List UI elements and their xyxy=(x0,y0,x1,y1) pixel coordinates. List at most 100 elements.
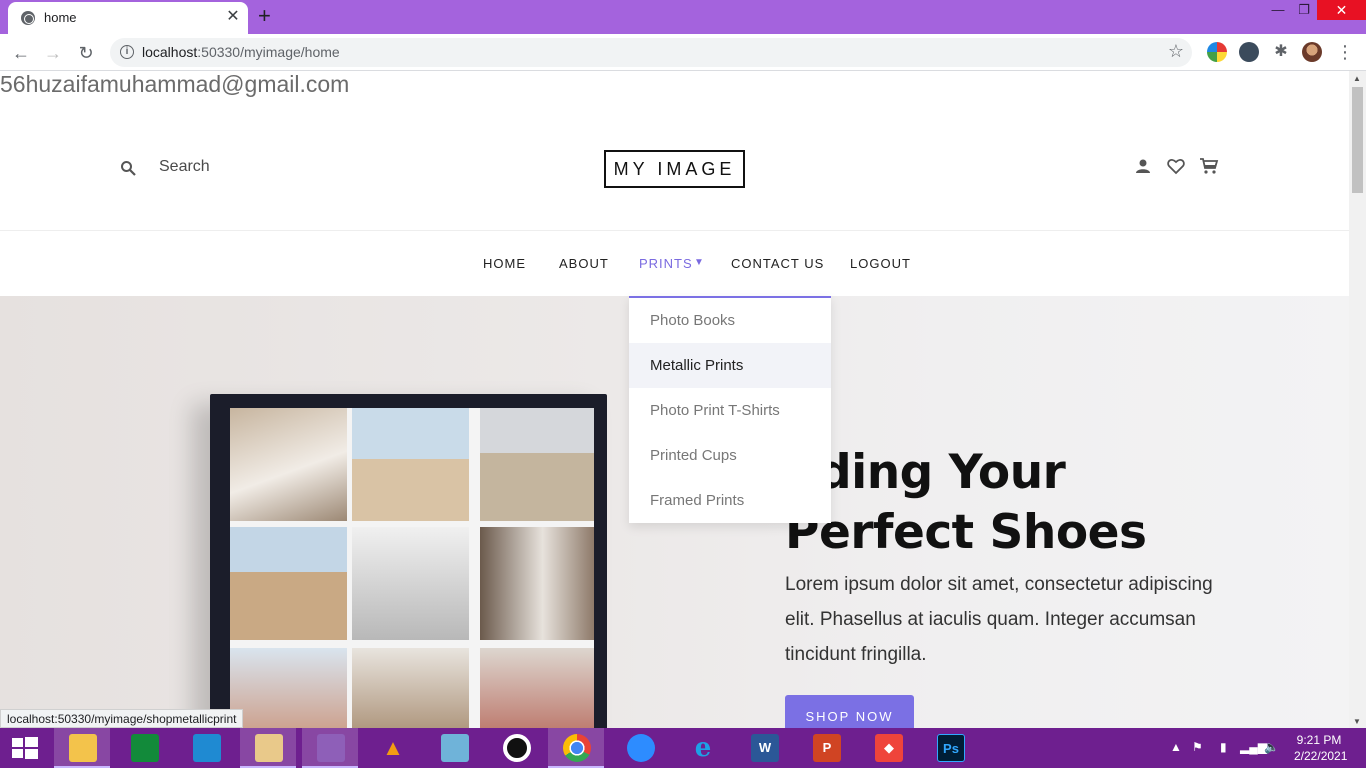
hero-title-line-2: Perfect Shoes xyxy=(785,505,1147,560)
chevron-down-icon: ▼ xyxy=(694,257,704,268)
url-host: localhost xyxy=(142,44,198,60)
heart-icon[interactable] xyxy=(1166,156,1186,176)
minimize-button[interactable]: — xyxy=(1264,0,1292,22)
nav-logout[interactable]: LOGOUT xyxy=(850,256,911,271)
nav-about[interactable]: ABOUT xyxy=(559,256,609,271)
reload-button[interactable]: ↻ xyxy=(73,40,99,66)
ie-icon: e xyxy=(694,733,712,763)
url-text[interactable]: localhost:50330/myimage/home xyxy=(142,44,340,60)
photoshop-app[interactable]: Ps xyxy=(922,728,978,768)
browser-tab[interactable]: home ✕ xyxy=(8,2,248,34)
photoshop-icon: Ps xyxy=(937,734,965,762)
chrome-app[interactable] xyxy=(548,728,604,768)
collage-photo xyxy=(352,648,469,728)
info-icon[interactable]: i xyxy=(120,45,134,59)
page-viewport: 56huzaifamuhammad@gmail.com Search MY IM… xyxy=(0,71,1349,728)
scroll-down-icon[interactable]: ▼ xyxy=(1353,717,1361,726)
hero-title-line-1: nding Your xyxy=(785,445,1066,500)
close-tab-icon[interactable]: ✕ xyxy=(224,8,242,26)
palette-icon xyxy=(255,734,283,762)
powerpoint-icon: P xyxy=(813,734,841,762)
site-logo[interactable]: MY IMAGE xyxy=(604,150,745,188)
powerpoint-app[interactable]: P xyxy=(798,728,854,768)
dropdown-item-metallic-prints[interactable]: Metallic Prints xyxy=(629,343,831,388)
flag-icon[interactable]: ⚑ xyxy=(1192,740,1203,754)
url-path: :50330/myimage/home xyxy=(197,44,340,60)
dropdown-item-printed-cups[interactable]: Printed Cups xyxy=(629,433,831,478)
scrollbar-thumb[interactable] xyxy=(1352,87,1363,193)
vpn-extension-icon[interactable] xyxy=(1239,42,1259,62)
user-icon[interactable] xyxy=(1133,156,1153,176)
window-close-button[interactable]: ✕ xyxy=(1317,0,1366,20)
browser-tab-strip: home ✕ + — ❐ ✕ xyxy=(0,0,1366,34)
zoom-app[interactable] xyxy=(612,728,668,768)
restore-button[interactable]: ❐ xyxy=(1290,0,1318,22)
record-icon xyxy=(503,734,531,762)
internet-explorer-app[interactable]: e xyxy=(674,728,730,768)
dropdown-item-framed-prints[interactable]: Framed Prints xyxy=(629,478,831,523)
windows-start-icon[interactable] xyxy=(12,737,38,759)
collage-photo xyxy=(352,408,469,521)
word-icon: W xyxy=(751,734,779,762)
prints-dropdown-menu: Photo Books Metallic Prints Photo Print … xyxy=(629,296,831,523)
photo-collage-frame xyxy=(210,394,607,728)
nav-contact[interactable]: CONTACT US xyxy=(731,256,824,271)
dropdown-item-photo-books[interactable]: Photo Books xyxy=(629,298,831,343)
paint-app[interactable] xyxy=(240,728,296,768)
taskbar-clock[interactable]: 9:21 PM 2/22/2021 xyxy=(1294,732,1348,764)
windows-taskbar: ▲ e W P ◆ Ps ▲ ⚑ ▮ ▂▄▆ 🔈 9:21 PM 2/22/20… xyxy=(0,728,1366,768)
browser-toolbar: ← → ↻ i localhost:50330/myimage/home ☆ ✱… xyxy=(0,34,1366,71)
forward-button[interactable]: → xyxy=(40,40,66,66)
store-icon xyxy=(131,734,159,762)
page-scrollbar[interactable]: ▲ ▼ xyxy=(1349,71,1366,728)
main-nav: HOME ABOUT PRINTS ▼ CONTACT US LOGOUT xyxy=(0,230,1349,296)
bookmark-star-icon[interactable]: ☆ xyxy=(1168,41,1184,62)
collage-photo xyxy=(230,527,347,640)
scroll-up-icon[interactable]: ▲ xyxy=(1353,74,1361,83)
back-button[interactable]: ← xyxy=(8,40,34,66)
vlc-cone-icon: ▲ xyxy=(382,735,404,760)
notepad-app[interactable] xyxy=(426,728,482,768)
profile-avatar[interactable] xyxy=(1302,42,1322,62)
vscode-icon xyxy=(193,734,221,762)
chrome-icon xyxy=(563,734,591,762)
recorder-app[interactable] xyxy=(488,728,544,768)
address-bar[interactable]: i localhost:50330/myimage/home ☆ xyxy=(110,38,1192,67)
shop-now-button[interactable]: SHOP NOW xyxy=(785,695,914,728)
tray-chevron-up-icon[interactable]: ▲ xyxy=(1170,740,1182,754)
new-tab-button[interactable]: + xyxy=(258,4,271,28)
cart-icon[interactable] xyxy=(1199,156,1219,176)
volume-icon[interactable]: 🔈 xyxy=(1264,740,1279,754)
user-email: 56huzaifamuhammad@gmail.com xyxy=(0,71,350,97)
globe-icon xyxy=(21,11,35,25)
nav-prints[interactable]: PRINTS xyxy=(639,256,693,271)
puzzle-extensions-icon[interactable]: ✱ xyxy=(1271,42,1291,62)
wifi-signal-icon[interactable]: ▂▄▆ xyxy=(1240,740,1267,754)
store-app[interactable] xyxy=(116,728,172,768)
collage-photo xyxy=(230,408,347,521)
collage-photo xyxy=(480,527,594,640)
anydesk-app[interactable]: ◆ xyxy=(860,728,916,768)
vlc-app[interactable]: ▲ xyxy=(364,728,420,768)
chrome-menu-icon[interactable]: ⋮ xyxy=(1336,40,1354,64)
dropdown-item-photo-print-tshirts[interactable]: Photo Print T-Shirts xyxy=(629,388,831,433)
clock-time: 9:21 PM xyxy=(1296,733,1342,747)
color-extension-icon[interactable] xyxy=(1207,42,1227,62)
hero-description: Lorem ipsum dolor sit amet, consectetur … xyxy=(785,574,1213,665)
status-bar-url: localhost:50330/myimage/shopmetallicprin… xyxy=(0,709,244,728)
search-icon[interactable] xyxy=(120,160,136,176)
clock-date: 2/22/2021 xyxy=(1294,749,1348,763)
file-explorer-app[interactable] xyxy=(54,728,110,768)
anydesk-icon: ◆ xyxy=(875,734,903,762)
visual-studio-app[interactable] xyxy=(302,728,358,768)
battery-icon[interactable]: ▮ xyxy=(1220,740,1227,754)
vscode-app[interactable] xyxy=(178,728,234,768)
collage-photo xyxy=(352,527,469,640)
search-input[interactable]: Search xyxy=(159,158,210,176)
word-app[interactable]: W xyxy=(736,728,792,768)
nav-home[interactable]: HOME xyxy=(483,256,526,271)
folder-icon xyxy=(69,734,97,762)
zoom-icon xyxy=(627,734,655,762)
collage-photo xyxy=(230,648,347,728)
visual-studio-icon xyxy=(317,734,345,762)
